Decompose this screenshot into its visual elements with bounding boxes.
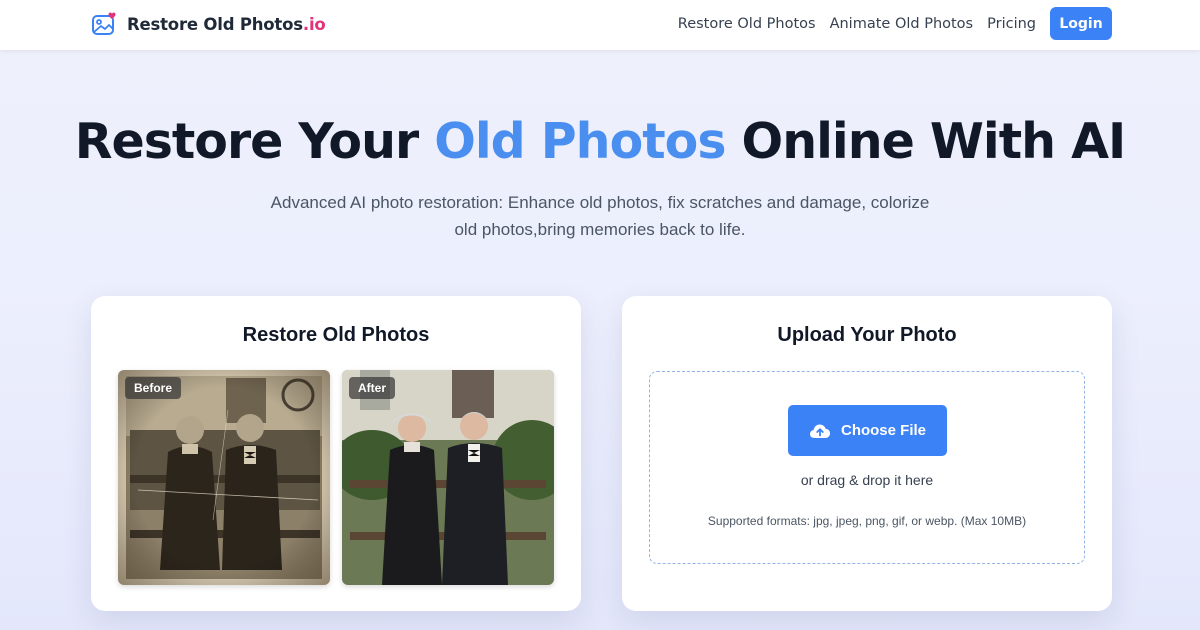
brand-name: Restore Old Photos.io [127, 15, 326, 34]
upload-dropzone[interactable]: Choose File or drag & drop it here Suppo… [649, 371, 1085, 564]
supported-formats-note: Supported formats: jpg, jpeg, png, gif, … [707, 514, 1027, 528]
brand-name-suffix: .io [302, 14, 326, 34]
brand-logo-link[interactable]: Restore Old Photos.io [91, 10, 326, 38]
brand-name-main: Restore Old Photos [127, 14, 303, 34]
top-navigation-bar: Restore Old Photos.io Restore Old Photos… [0, 0, 1200, 50]
hero-title-accent: Old Photos [434, 113, 726, 170]
hero-title-start: Restore Your [74, 113, 435, 170]
main-nav: Restore Old Photos Animate Old Photos Pr… [678, 7, 1112, 40]
before-badge: Before [125, 377, 182, 399]
before-photo: Before [118, 370, 330, 585]
after-badge: After [349, 377, 396, 399]
nav-link-animate-old-photos[interactable]: Animate Old Photos [830, 16, 974, 32]
choose-file-label: Choose File [840, 422, 926, 439]
login-button[interactable]: Login [1050, 7, 1112, 40]
example-card: Restore Old Photos Before After [91, 296, 581, 611]
photo-heart-icon [92, 12, 116, 35]
upload-card-title: Upload Your Photo [777, 324, 957, 346]
after-photo: After [342, 370, 554, 585]
drag-drop-hint: or drag & drop it here [800, 472, 934, 488]
cloud-upload-icon [809, 424, 830, 438]
nav-link-pricing[interactable]: Pricing [987, 16, 1036, 32]
after-photo-image [342, 370, 554, 585]
before-photo-image [118, 370, 330, 585]
choose-file-button[interactable]: Choose File [788, 405, 947, 456]
example-card-title: Restore Old Photos [242, 324, 430, 346]
hero-title-end: Online With AI [725, 113, 1127, 170]
nav-link-restore-old-photos[interactable]: Restore Old Photos [678, 16, 816, 32]
upload-card: Upload Your Photo Choose File or drag & … [622, 296, 1112, 611]
hero-title: Restore Your Old Photos Online With AI [0, 113, 1200, 170]
hero-subtitle: Advanced AI photo restoration: Enhance o… [270, 193, 930, 239]
